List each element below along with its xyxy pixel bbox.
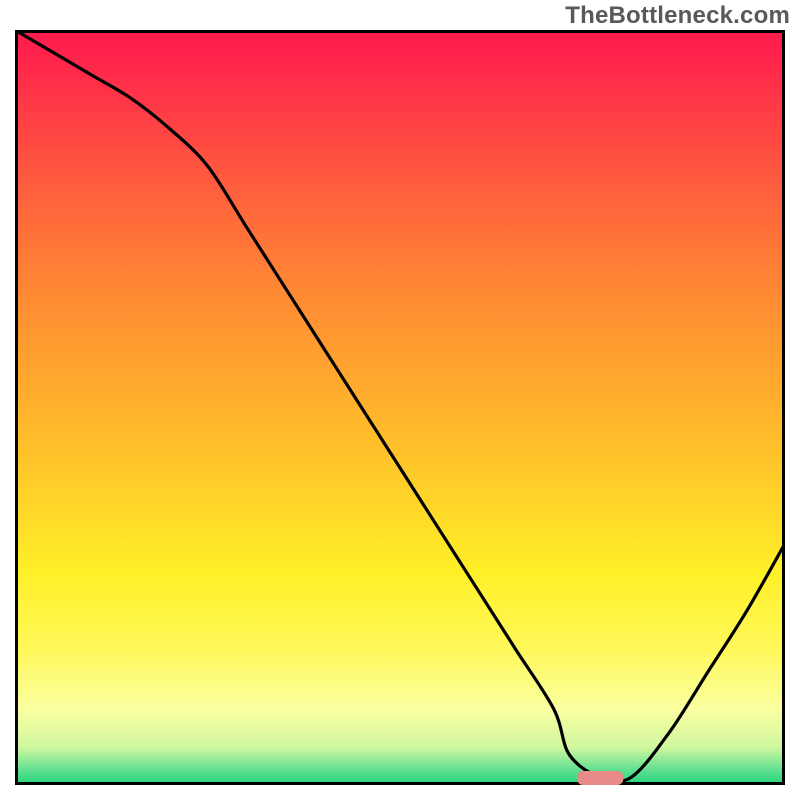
watermark-label: TheBottleneck.com [565, 2, 790, 30]
gradient-background [15, 30, 785, 785]
plot-area [15, 30, 785, 785]
chart-svg [15, 30, 785, 785]
chart-container: TheBottleneck.com [0, 0, 800, 800]
optimal-range-marker [577, 771, 623, 785]
